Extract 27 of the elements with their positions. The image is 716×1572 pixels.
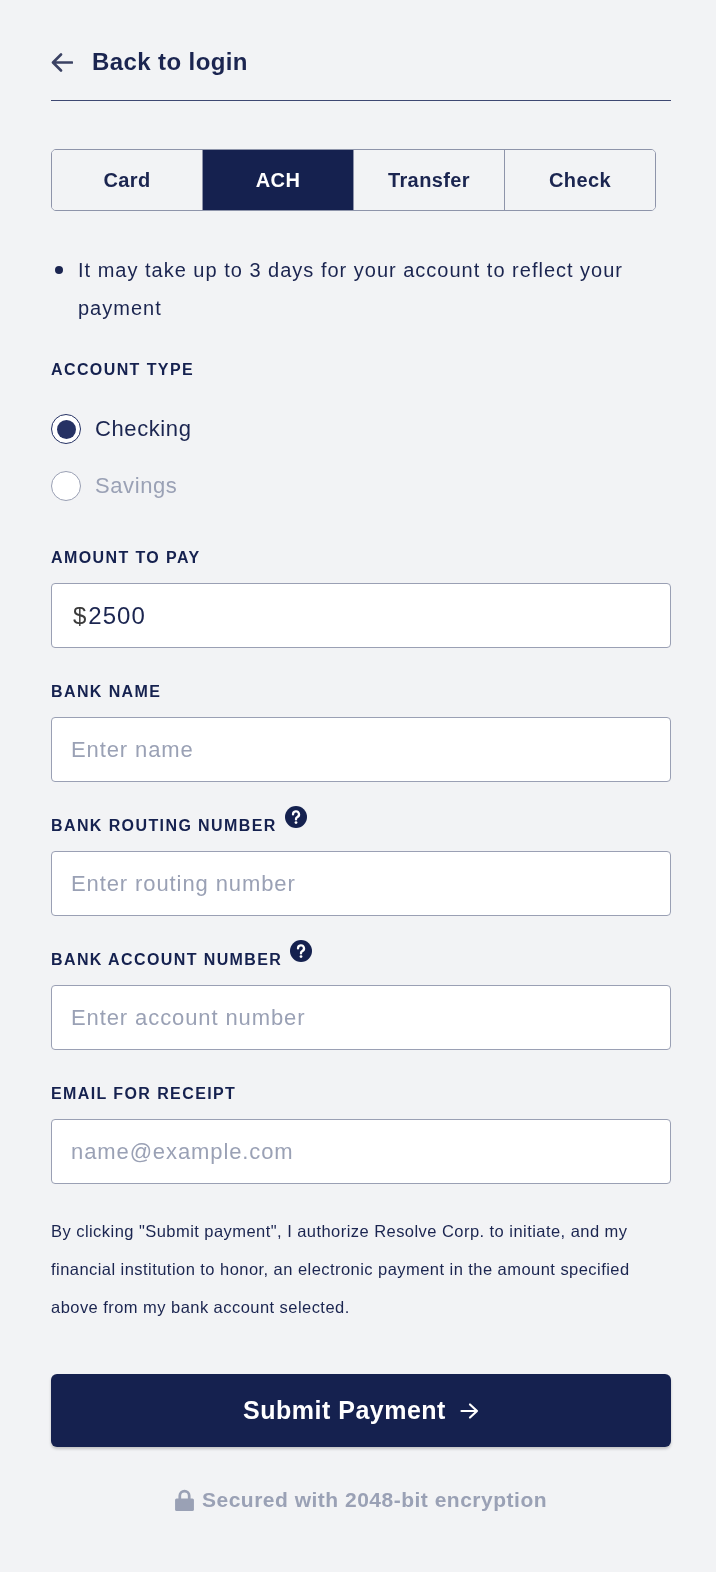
- arrow-right-icon: [459, 1401, 479, 1420]
- consent-text: By clicking "Submit payment", I authorize Resolve Corp. to initiate, and my financial institution to honor, an electronic payment in the amount specified above from my bank account selected.: [51, 1221, 631, 1318]
- amount-field[interactable]: $2500: [51, 583, 671, 648]
- radio-button[interactable]: [51, 471, 81, 501]
- input-field[interactable]: Enter account number: [51, 985, 671, 1050]
- back-link[interactable]: Back to login: [51, 44, 248, 80]
- input-field[interactable]: Enter routing number: [51, 851, 671, 916]
- field-label: BANK ACCOUNT NUMBER: [51, 950, 283, 970]
- field-label: EMAIL FOR RECEIPT: [51, 1084, 237, 1104]
- payment-method-tab[interactable]: ACH: [202, 150, 353, 210]
- security-note: Secured with 2048-bit encryption: [201, 1488, 548, 1512]
- input-field[interactable]: name@example.com: [51, 1119, 671, 1184]
- lock-icon: [174, 1489, 194, 1511]
- input-field[interactable]: Enter name: [51, 717, 671, 782]
- payment-method-tab[interactable]: Check: [504, 150, 655, 210]
- radio-button[interactable]: [51, 414, 81, 444]
- arrow-left-icon: [51, 52, 73, 72]
- radio-label[interactable]: Checking: [95, 416, 192, 442]
- note-text: It may take up to 3 days for your account to reflect your payment: [78, 258, 625, 321]
- bullet-icon: [55, 266, 63, 274]
- submit-button[interactable]: Submit Payment: [51, 1374, 671, 1447]
- field-label: BANK NAME: [51, 682, 162, 702]
- section-label: ACCOUNT TYPE: [51, 360, 195, 380]
- field-label: AMOUNT TO PAY: [51, 548, 201, 568]
- help-icon[interactable]: [284, 806, 307, 828]
- field-label: BANK ROUTING NUMBER: [51, 816, 277, 836]
- help-icon[interactable]: [290, 940, 313, 962]
